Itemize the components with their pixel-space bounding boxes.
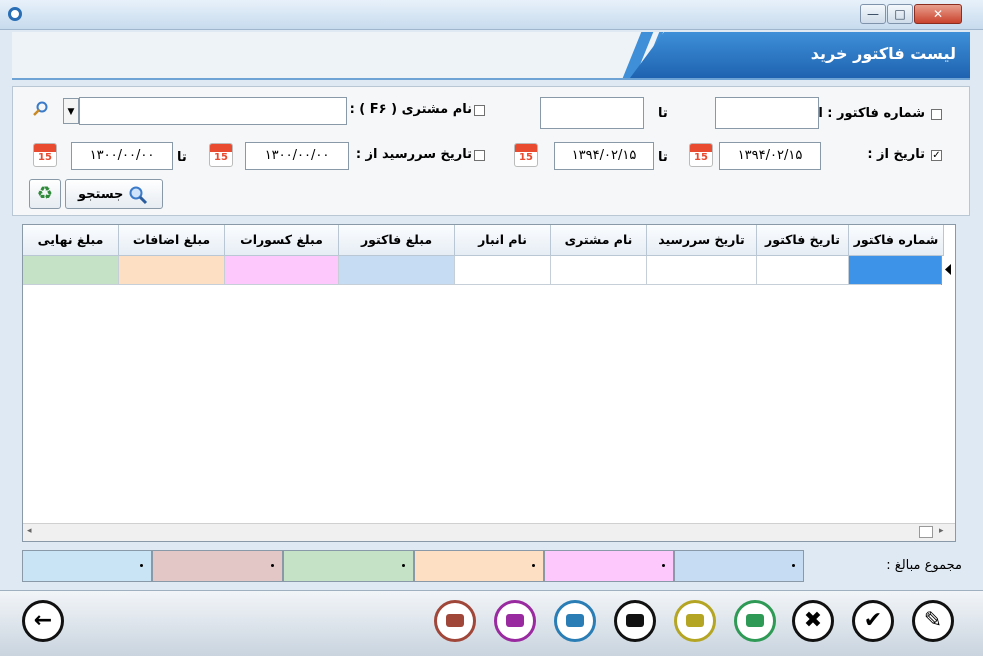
edit-icon[interactable]: ✎ <box>912 600 954 642</box>
table-cell[interactable] <box>23 256 119 285</box>
window-title-bar: — □ ✕ <box>0 0 983 30</box>
back-arrow-icon[interactable]: ← <box>22 600 64 642</box>
search-button[interactable]: جستجو <box>65 179 163 209</box>
customer-input[interactable] <box>79 97 347 125</box>
invoice-table: شماره فاکتور تاریخ فاکتور تاریخ سررسید ن… <box>22 224 956 542</box>
search-button-label: جستجو <box>78 187 124 202</box>
invoice-number-from-label: شماره فاکتور : از <box>810 106 925 121</box>
printer-icon[interactable] <box>434 600 476 642</box>
scroll-right-icon[interactable]: ▸ <box>939 526 944 536</box>
card-printer-icon[interactable] <box>734 600 776 642</box>
table-cell[interactable] <box>225 256 339 285</box>
close-button[interactable]: ✕ <box>914 4 962 24</box>
due-date-from-label: تاریخ سررسید از : <box>355 147 472 162</box>
table-cell[interactable] <box>455 256 551 285</box>
due-date-from-input[interactable]: ۱۳۰۰/۰۰/۰۰ <box>245 142 349 170</box>
date-to-input[interactable]: ۱۳۹۴/۰۲/۱۵ <box>554 142 654 170</box>
date-from-label: تاریخ از : <box>867 147 925 162</box>
total-additions <box>414 550 544 582</box>
maximize-button[interactable]: □ <box>887 4 913 24</box>
printer-icon[interactable] <box>614 600 656 642</box>
printer-icon[interactable] <box>554 600 596 642</box>
chevron-down-icon[interactable]: ▼ <box>63 98 79 124</box>
invoice-number-from-input[interactable] <box>715 97 819 129</box>
table-cell[interactable] <box>119 256 225 285</box>
calendar-icon[interactable]: 15 <box>209 143 233 167</box>
table-cell[interactable] <box>551 256 647 285</box>
calendar-icon[interactable]: 15 <box>514 143 538 167</box>
date-from-input[interactable]: ۱۳۹۴/۰۲/۱۵ <box>719 142 821 170</box>
total-final-green <box>283 550 414 582</box>
total-deductions <box>544 550 674 582</box>
column-header[interactable]: مبلغ اضافات <box>119 225 225 256</box>
column-header[interactable]: تاریخ فاکتور <box>757 225 849 256</box>
filter-panel: شماره فاکتور : از تا نام مشتری ( F۶ ) : … <box>12 86 970 216</box>
column-header[interactable]: مبلغ کسورات <box>225 225 339 256</box>
delete-icon[interactable]: ✖ <box>792 600 834 642</box>
row-selector[interactable] <box>941 256 955 285</box>
column-header[interactable]: مبلغ فاکتور <box>339 225 455 256</box>
page-header: لیست فاکتور خرید <box>12 32 970 80</box>
customer-checkbox[interactable] <box>474 105 485 116</box>
invoice-number-to-input[interactable] <box>540 97 644 129</box>
invoice-number-checkbox[interactable] <box>931 109 942 120</box>
printer-icon[interactable] <box>674 600 716 642</box>
to-label: تا <box>658 150 668 165</box>
table-cell[interactable] <box>757 256 849 285</box>
total-light-blue <box>22 550 152 582</box>
scroll-thumb[interactable] <box>919 526 933 538</box>
horizontal-scrollbar[interactable]: ◂ ▸ <box>23 523 955 541</box>
column-header[interactable]: نام مشتری <box>551 225 647 256</box>
column-header[interactable]: تاریخ سررسید <box>647 225 757 256</box>
table-cell[interactable] <box>849 256 944 285</box>
search-icon <box>128 185 148 205</box>
totals-label: مجموع مبالغ : <box>886 558 962 573</box>
confirm-icon[interactable]: ✔ <box>852 600 894 642</box>
table-cell[interactable] <box>647 256 757 285</box>
total-rose <box>152 550 283 582</box>
total-invoice-amount <box>674 550 804 582</box>
printer-icon[interactable] <box>494 600 536 642</box>
calendar-icon[interactable]: 15 <box>689 143 713 167</box>
customer-label: نام مشتری ( F۶ ) : <box>349 102 472 117</box>
due-date-to-input[interactable]: ۱۳۰۰/۰۰/۰۰ <box>71 142 173 170</box>
table-cell[interactable] <box>339 256 455 285</box>
search-icon[interactable] <box>33 101 49 117</box>
calendar-icon[interactable]: 15 <box>33 143 57 167</box>
bottom-toolbar: ← ✖ ✔ ✎ <box>0 590 983 656</box>
column-header[interactable]: نام انبار <box>455 225 551 256</box>
app-icon <box>8 7 22 21</box>
column-header[interactable]: شماره فاکتور <box>849 225 944 256</box>
date-checkbox[interactable]: ✓ <box>931 150 942 161</box>
to-label: تا <box>177 150 187 165</box>
to-label: تا <box>658 106 668 121</box>
column-header[interactable]: مبلغ نهایی <box>23 225 119 256</box>
due-date-checkbox[interactable] <box>474 150 485 161</box>
page-title: لیست فاکتور خرید <box>810 44 956 63</box>
minimize-button[interactable]: — <box>860 4 886 24</box>
refresh-icon[interactable]: ♻ <box>29 179 61 209</box>
scroll-left-icon[interactable]: ◂ <box>27 526 32 536</box>
